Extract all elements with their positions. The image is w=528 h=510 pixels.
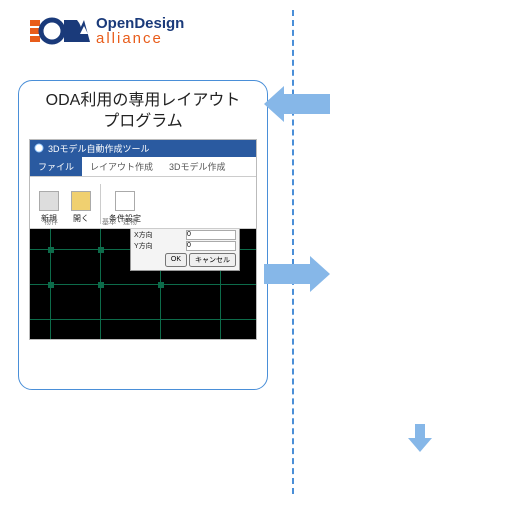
left-column: OpenDesign alliance ODA利用の専用レイアウト プログラム … xyxy=(0,0,280,504)
tab-layout[interactable]: レイアウト作成 xyxy=(82,157,161,176)
oda-logo: OpenDesign alliance xyxy=(30,14,184,48)
oda-program-title-1: ODA利用の専用レイアウト xyxy=(46,92,241,109)
arrow-oda-to-3d xyxy=(264,256,330,292)
new-file-icon xyxy=(39,191,59,211)
column-divider xyxy=(292,10,294,494)
dlg-cancel-button[interactable]: キャンセル xyxy=(189,253,236,267)
oda-program-title-2: プログラム xyxy=(103,113,183,130)
tab-file[interactable]: ファイル xyxy=(30,157,82,176)
dlg-label-y: Y方向 xyxy=(134,241,153,251)
settings-icon xyxy=(115,191,135,211)
dlg-input-y[interactable] xyxy=(186,241,236,251)
open-file-icon xyxy=(71,191,91,211)
tab-3dmodel[interactable]: 3Dモデル作成 xyxy=(161,157,234,176)
app-canvas: 出図縮尺 連続紙日 用紙 作図範囲 X方向 Y方向 OK キャンセル xyxy=(30,229,256,339)
app-titlebar: 3Dモデル自動作成ツール xyxy=(30,140,256,157)
app-screenshot: 3Dモデル自動作成ツール ファイル レイアウト作成 3Dモデル作成 新規 開く xyxy=(29,139,257,340)
app-ribbon: 新規 開く 条件設定 物件 基本・建物 xyxy=(30,177,256,229)
app-icon xyxy=(34,143,44,153)
ribbon-group-2: 基本・建物 xyxy=(102,217,137,227)
ribbon-open-label: 開く xyxy=(73,214,89,223)
ribbon-open-button[interactable]: 開く xyxy=(66,191,96,224)
arrow-3d-to-bim xyxy=(408,424,432,452)
ribbon-separator xyxy=(100,184,101,224)
settings-dialog: 出図縮尺 連続紙日 用紙 作図範囲 X方向 Y方向 OK キャンセル xyxy=(130,229,240,271)
app-title: 3Dモデル自動作成ツール xyxy=(48,142,150,155)
dlg-label-x: X方向 xyxy=(134,230,153,240)
oda-logo-text-1: OpenDesign xyxy=(96,16,184,31)
arrow-template-to-oda xyxy=(264,86,330,122)
dlg-input-x[interactable] xyxy=(186,230,236,240)
dlg-ok-button[interactable]: OK xyxy=(165,253,187,267)
ribbon-group-1: 物件 xyxy=(44,217,58,227)
oda-logo-text-2: alliance xyxy=(96,31,184,46)
oda-program-box: ODA利用の専用レイアウト プログラム 3Dモデル自動作成ツール ファイル レイ… xyxy=(18,80,268,390)
app-tabs: ファイル レイアウト作成 3Dモデル作成 xyxy=(30,157,256,177)
oda-logo-mark xyxy=(30,14,90,48)
